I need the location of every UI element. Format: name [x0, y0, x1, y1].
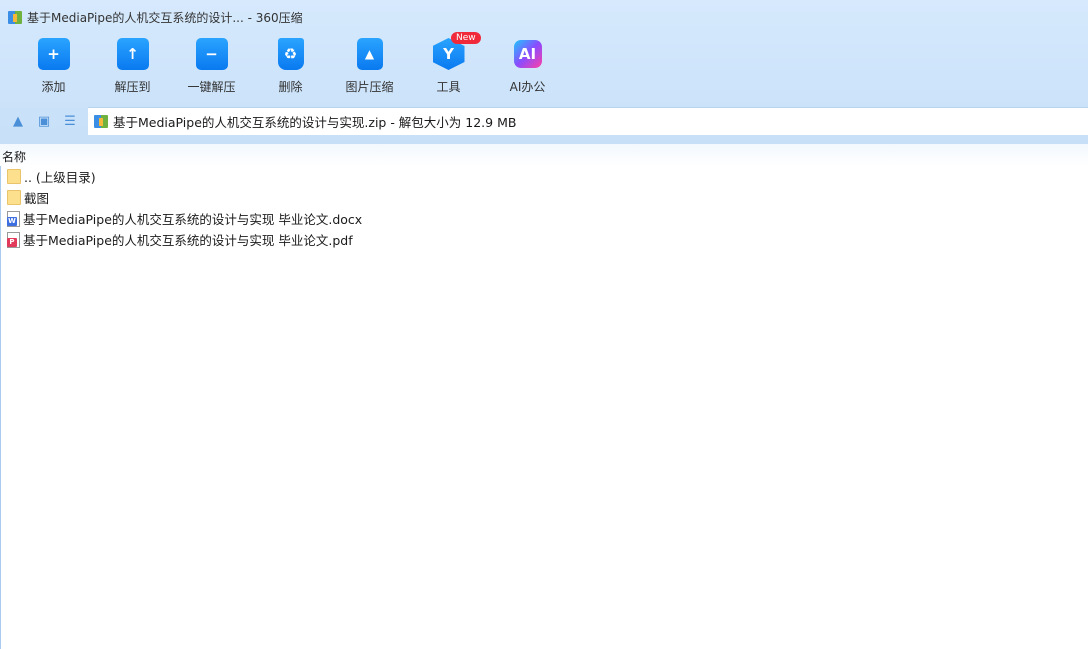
item-name: 截图	[24, 191, 50, 206]
file-list: .. (上级目录) 截图 W 基于MediaPipe的人机交互系统的设计与实现 毕…	[0, 166, 1088, 649]
pdf-icon: P	[7, 231, 20, 248]
one-click-extract-label: 一键解压	[187, 80, 236, 94]
one-click-extract-icon: −	[195, 38, 228, 70]
zip-app-icon	[8, 10, 22, 24]
delete-label: 删除	[278, 80, 303, 94]
zip-file-icon	[94, 115, 108, 128]
extract-to-icon: ↑	[116, 38, 149, 70]
thumbnail-view-icon[interactable]: ▣	[36, 113, 52, 129]
tools-label: 工具	[436, 80, 461, 94]
list-item[interactable]: P 基于MediaPipe的人机交互系统的设计与实现 毕业论文.pdf	[1, 229, 1088, 250]
add-folder-icon: +	[37, 38, 70, 70]
extract-to-button[interactable]: ↑ 解压到	[93, 38, 172, 95]
list-view-icon[interactable]: ☰	[62, 113, 78, 129]
extract-to-label: 解压到	[114, 80, 151, 94]
window-title: 基于MediaPipe的人机交互系统的设计... - 360压缩	[27, 10, 303, 25]
address-text: 基于MediaPipe的人机交互系统的设计与实现.zip - 解包大小为 12.…	[113, 115, 517, 130]
add-label: 添加	[41, 80, 66, 94]
item-name: .. (上级目录)	[24, 170, 96, 185]
up-arrow-icon[interactable]: ▲	[10, 113, 26, 129]
top-panel: 基于MediaPipe的人机交互系统的设计... - 360压缩 + 添加 ↑ 解压…	[0, 0, 1088, 144]
list-item[interactable]: 截图	[1, 187, 1088, 208]
ai-office-button[interactable]: AI AI办公	[488, 38, 567, 95]
tools-button[interactable]: Y New 工具	[409, 32, 488, 95]
pdf-badge: P	[7, 237, 17, 247]
folder-icon	[7, 169, 21, 184]
word-badge: W	[7, 216, 17, 226]
image-compress-icon: ▲	[356, 38, 383, 70]
list-item[interactable]: .. (上级目录)	[1, 166, 1088, 187]
delete-bin-icon: ♻	[277, 38, 304, 70]
toolbar: + 添加 ↑ 解压到 − 一键解压 ♻ 删除 ▲ 图片压缩 Y New 工具 AI AI办公	[14, 32, 567, 95]
address-bar[interactable]: 基于MediaPipe的人机交互系统的设计与实现.zip - 解包大小为 12.…	[88, 107, 1088, 135]
one-click-extract-button[interactable]: − 一键解压	[172, 38, 251, 95]
item-name: 基于MediaPipe的人机交互系统的设计与实现 毕业论文.docx	[23, 212, 363, 227]
new-badge: New	[451, 32, 481, 44]
ai-office-label: AI办公	[509, 80, 546, 94]
folder-icon	[7, 190, 21, 205]
ai-office-icon: AI	[513, 40, 542, 68]
list-item[interactable]: W 基于MediaPipe的人机交互系统的设计与实现 毕业论文.docx	[1, 208, 1088, 229]
word-doc-icon: W	[7, 210, 20, 227]
image-compress-label: 图片压缩	[345, 80, 394, 94]
image-compress-button[interactable]: ▲ 图片压缩	[330, 38, 409, 95]
item-name: 基于MediaPipe的人机交互系统的设计与实现 毕业论文.pdf	[23, 233, 353, 248]
delete-button[interactable]: ♻ 删除	[251, 38, 330, 95]
add-button[interactable]: + 添加	[14, 38, 93, 95]
nav-buttons: ▲ ▣ ☰	[10, 113, 78, 129]
column-header-name[interactable]: 名称	[0, 144, 1088, 166]
title-bar: 基于MediaPipe的人机交互系统的设计... - 360压缩	[8, 8, 303, 26]
